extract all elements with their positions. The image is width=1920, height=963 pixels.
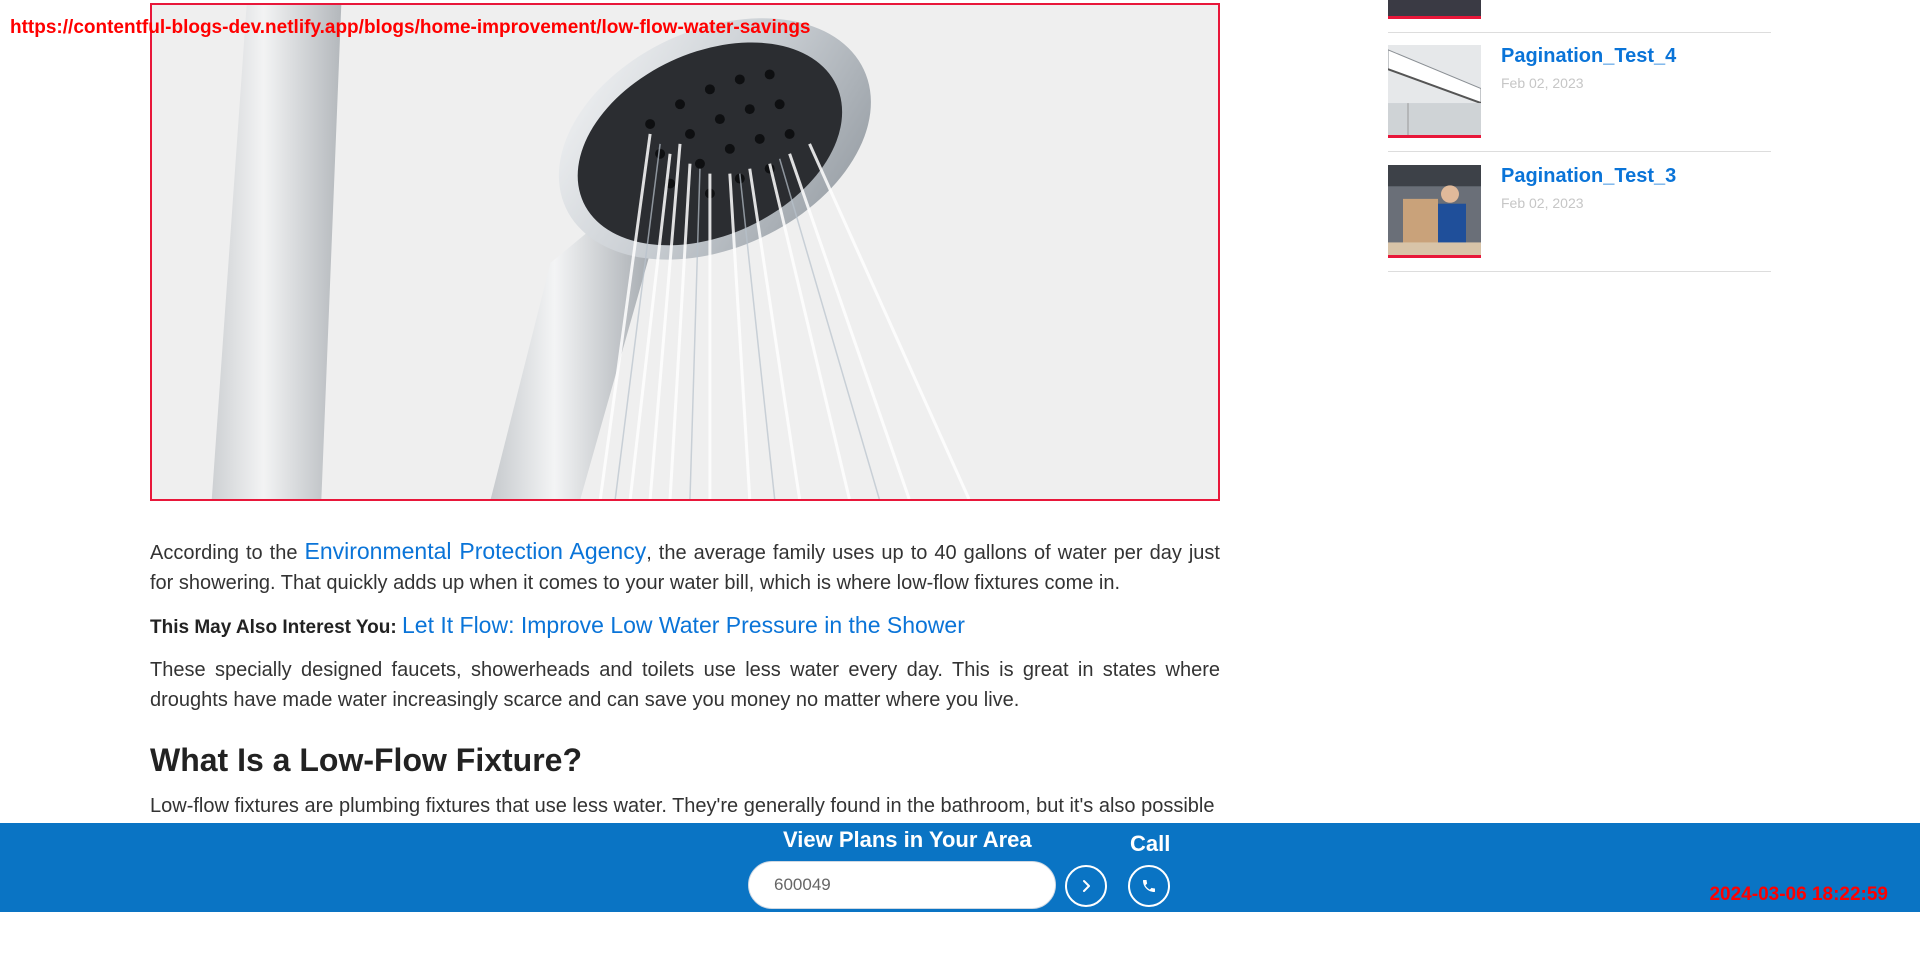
post-date: Feb 02, 2023 — [1501, 195, 1584, 211]
post-thumbnail[interactable] — [1388, 45, 1481, 138]
phone-icon — [1143, 880, 1155, 892]
also-interest-link[interactable]: Let It Flow: Improve Low Water Pressure … — [402, 612, 965, 638]
sidebar-post-item[interactable]: Pagination_Test_3 Feb 02, 2023 — [1388, 165, 1771, 285]
divider — [1388, 32, 1771, 33]
post-date: Feb 02, 2023 — [1501, 75, 1584, 91]
fixtures-paragraph: These specially designed faucets, shower… — [150, 659, 1220, 711]
post-title[interactable]: Pagination_Test_3 — [1501, 165, 1676, 188]
call-label: Call — [1130, 831, 1171, 856]
call-button[interactable] — [1128, 865, 1170, 907]
url-overlay: https://contentful-blogs-dev.netlify.app… — [10, 17, 811, 38]
chevron-right-icon — [1083, 880, 1090, 892]
zip-code-input[interactable] — [748, 861, 1056, 909]
post-thumbnail-partial[interactable] — [1388, 0, 1481, 19]
section-paragraph: Low-flow fixtures are plumbing fixtures … — [150, 795, 1215, 817]
epa-link[interactable]: Environmental Protection Agency — [304, 538, 646, 564]
timestamp-overlay: 2024-03-06 18:22:59 — [1709, 884, 1888, 905]
post-title[interactable]: Pagination_Test_4 — [1501, 45, 1676, 68]
divider — [1388, 271, 1771, 272]
also-interest-label: This May Also Interest You: — [150, 617, 397, 638]
shower-head-illustration — [152, 5, 1218, 499]
cta-title: View Plans in Your Area — [783, 827, 1032, 852]
zip-submit-button[interactable] — [1065, 865, 1107, 907]
hero-image — [150, 3, 1220, 501]
intro-paragraph: According to the Environmental Protectio… — [150, 536, 1220, 598]
sidebar-post-item[interactable]: Pagination_Test_4 Feb 02, 2023 — [1388, 45, 1771, 165]
house-eave-image — [1388, 45, 1481, 135]
article-body: According to the Environmental Protectio… — [150, 536, 1220, 821]
technician-image — [1388, 165, 1481, 255]
divider — [1388, 151, 1771, 152]
post-thumbnail[interactable] — [1388, 165, 1481, 258]
also-interest: This May Also Interest You: Let It Flow:… — [150, 610, 1220, 643]
plans-cta-bar: View Plans in Your Area Call — [0, 823, 1920, 912]
intro-text-before: According to the — [150, 542, 305, 564]
section-heading: What Is a Low-Flow Fixture? — [150, 742, 582, 778]
